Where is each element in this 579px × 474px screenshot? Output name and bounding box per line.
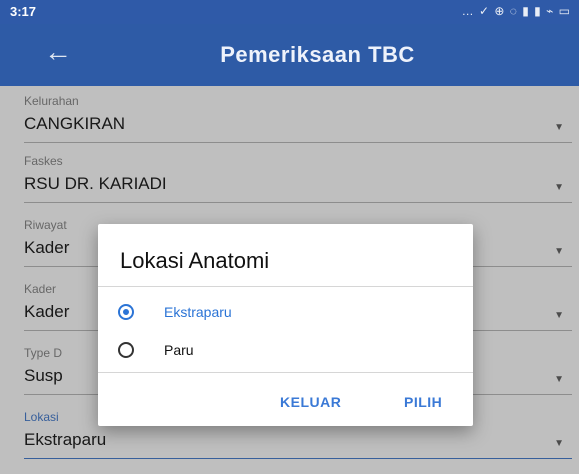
option-label: Ekstraparu: [164, 304, 232, 320]
option-paru[interactable]: Paru: [118, 336, 448, 366]
keluar-button[interactable]: KELUAR: [280, 394, 341, 410]
status-icons: … ✓ ⊕ ◌ ▮ ▮ ⌁ ▭: [461, 4, 571, 18]
status-bar: 3:17 … ✓ ⊕ ◌ ▮ ▮ ⌁ ▭: [0, 0, 579, 24]
option-ekstraparu[interactable]: Ekstraparu: [118, 298, 448, 328]
option-label: Paru: [164, 342, 194, 358]
app-bar: ← Pemeriksaan TBC: [0, 24, 579, 86]
radio-selected-icon[interactable]: [118, 304, 134, 320]
pilih-button[interactable]: PILIH: [404, 394, 442, 410]
lokasi-anatomi-dialog: Lokasi Anatomi Ekstraparu Paru KELUAR PI…: [98, 224, 473, 426]
radio-unselected-icon[interactable]: [118, 342, 134, 358]
divider: [98, 372, 473, 373]
dialog-title: Lokasi Anatomi: [120, 248, 270, 273]
divider: [98, 286, 473, 287]
page-title: Pemeriksaan TBC: [220, 42, 415, 67]
status-time: 3:17: [10, 4, 37, 19]
